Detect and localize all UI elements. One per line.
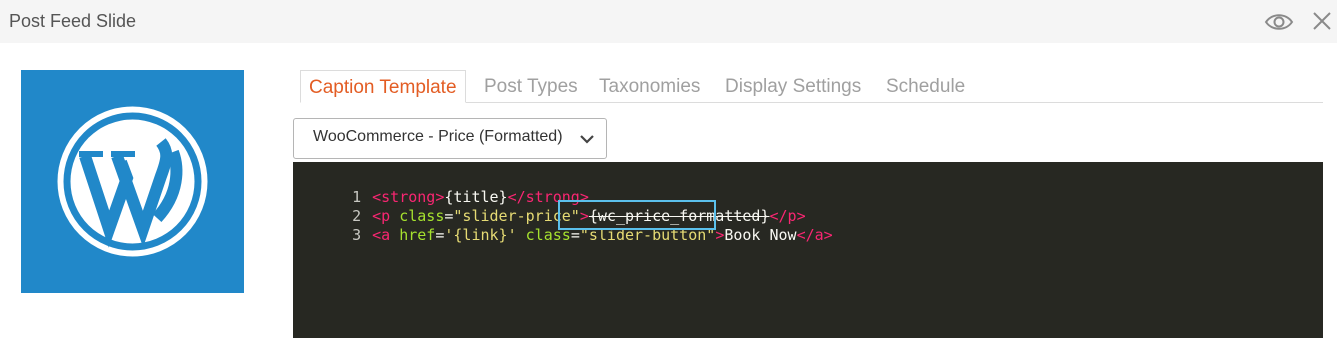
code-token: "slider-button" (579, 226, 716, 244)
code-token: href (390, 226, 436, 244)
tab-caption-template[interactable]: Caption Template (300, 70, 466, 103)
code-editor[interactable]: 1 <strong>{title}</strong> 2 <p class="sli… (293, 162, 1323, 338)
tab-schedule[interactable]: Schedule (886, 70, 965, 101)
close-icon[interactable] (1310, 9, 1334, 33)
slide-thumbnail (21, 70, 244, 293)
code-line-3: 3 <a href='{link}' class="slider-button">… (293, 207, 833, 244)
settings-tabs: Caption Template Post Types Taxonomies D… (300, 70, 1323, 103)
wordpress-logo-icon (57, 106, 208, 257)
code-token: class (516, 226, 571, 244)
code-line-2: 2 <p class="slider-price">{wc_price_forma… (293, 188, 806, 225)
code-token: = (570, 226, 580, 244)
code-token: > (715, 226, 725, 244)
modal-title: Post Feed Slide (9, 11, 137, 31)
tab-taxonomies[interactable]: Taxonomies (599, 70, 700, 101)
code-line-1: 1 <strong>{title}</strong> (293, 169, 589, 206)
line-number: 3 (352, 226, 362, 244)
tab-display-settings[interactable]: Display Settings (725, 70, 861, 101)
code-token: <a (372, 226, 391, 244)
chevron-down-icon (578, 131, 596, 147)
template-select[interactable]: WooCommerce - Price (Formatted) (293, 118, 607, 159)
template-select-value: WooCommerce - Price (Formatted) (313, 128, 563, 145)
code-token: '{link}' (444, 226, 517, 244)
preview-eye-icon[interactable] (1263, 10, 1295, 34)
tab-post-types[interactable]: Post Types (484, 70, 578, 101)
modal-header: Post Feed Slide (0, 0, 1337, 43)
code-token: </a> (796, 226, 833, 244)
code-token: Book Now (724, 226, 797, 244)
